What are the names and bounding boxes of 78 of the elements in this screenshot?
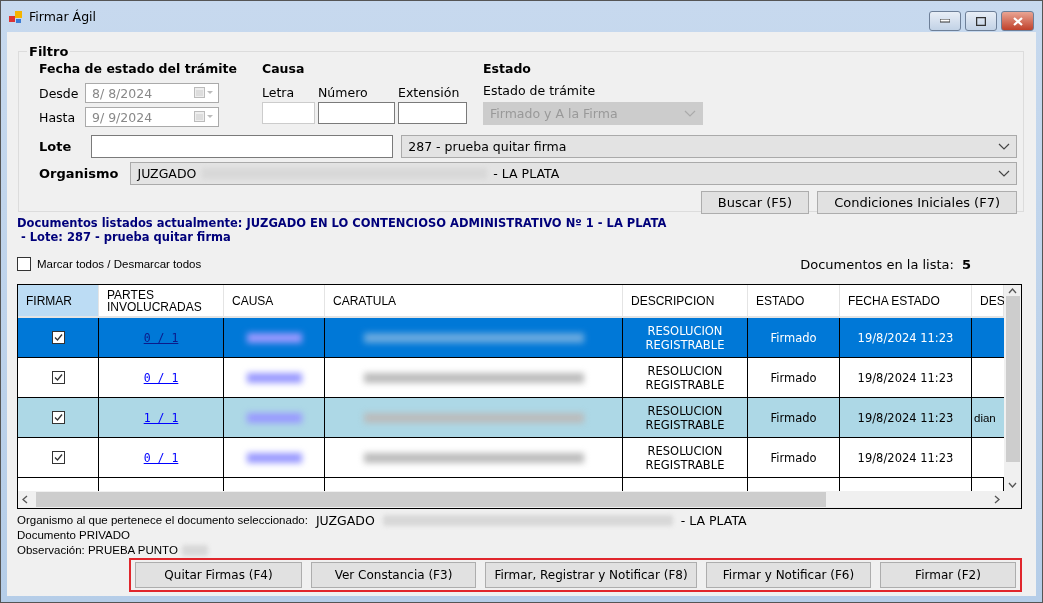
lote-field[interactable] (91, 135, 394, 158)
minimize-icon (940, 19, 950, 23)
organismo-detail-label: Organismo al que pertenece el documento seleccionado: (17, 513, 308, 528)
extension-field[interactable] (398, 102, 467, 124)
lote-dropdown[interactable]: 287 - prueba quitar firma (401, 135, 1017, 158)
table-cell: 19/8/2024 11:23 (840, 398, 972, 438)
document-type: Documento PRIVADO (17, 528, 131, 543)
numero-label: Número (318, 85, 369, 100)
app-icon (9, 9, 23, 24)
action-button[interactable]: Firmar y Notificar (F6) (706, 562, 871, 588)
table-cell (972, 318, 1004, 358)
numero-field[interactable] (318, 102, 395, 124)
column-header[interactable]: FECHA ESTADO (840, 285, 972, 318)
listing-info: Documentos listados actualmente: JUZGADO EN LO CONTENCIOSO ADMINISTRATIVO Nº 1 - LA PLATA (17, 216, 668, 230)
window-title: Firmar Ágil (29, 9, 97, 24)
sign-checkbox[interactable] (51, 371, 65, 384)
chevron-down-icon[interactable] (998, 169, 1010, 178)
column-header[interactable]: DESCRIPCION (623, 285, 748, 318)
filter-title: Filtro (28, 44, 70, 59)
parties-link[interactable]: 1 / 1 (143, 410, 179, 425)
close-button[interactable] (1001, 11, 1034, 31)
maximize-icon (976, 16, 986, 26)
scroll-down-icon[interactable] (1008, 482, 1017, 488)
column-header[interactable]: PARTES INVOLUCRADAS (99, 285, 224, 318)
sign-checkbox[interactable] (51, 331, 65, 344)
to-label: Hasta (39, 109, 77, 125)
column-header[interactable]: FIRMAR (18, 285, 99, 318)
parties-link[interactable]: 0 / 1 (143, 370, 179, 385)
close-icon (1012, 16, 1023, 26)
table-cell: dian (972, 398, 1004, 438)
filter-button[interactable]: Buscar (F5) (700, 191, 810, 214)
action-button[interactable]: Ver Constancia (F3) (311, 562, 476, 588)
column-header[interactable]: DES (972, 285, 1004, 318)
scroll-left-icon[interactable] (22, 495, 28, 504)
estado-heading: Estado (483, 61, 532, 77)
extension-label: Extensión (398, 85, 461, 100)
letra-field[interactable] (262, 102, 315, 124)
parties-link[interactable]: 0 / 1 (143, 450, 179, 465)
filter-button[interactable]: Condiciones Iniciales (F7) (817, 191, 1017, 214)
letra-label: Letra (262, 85, 296, 100)
horizontal-scrollbar[interactable] (18, 491, 1004, 508)
organismo-prefix: JUZGADO (315, 513, 375, 528)
table-cell: 19/8/2024 11:23 (840, 438, 972, 478)
causa-heading: Causa (262, 61, 306, 77)
table-cell: Firmado (748, 398, 840, 438)
sign-checkbox[interactable] (51, 411, 65, 424)
select-all-label: Marcar todos / Desmarcar todos (37, 258, 202, 270)
observation-text: Observación: PRUEBA PUNTO (17, 543, 178, 558)
from-label: Desde (39, 85, 80, 101)
scroll-right-icon[interactable] (994, 495, 1000, 504)
action-button[interactable]: Firmar (F2) (880, 562, 1016, 588)
organismo-dropdown[interactable]: JUZGADO - LA PLATA (130, 162, 1017, 185)
date-heading: Fecha de estado del trámite (39, 61, 238, 77)
maximize-button[interactable] (965, 11, 997, 31)
estado-label: Estado de trámite (483, 83, 597, 98)
action-button[interactable]: Quitar Firmas (F4) (135, 562, 302, 588)
table-cell: Firmado (748, 318, 840, 358)
select-all-checkbox[interactable] (17, 257, 31, 271)
column-header[interactable]: CAUSA (224, 285, 325, 318)
organismo-suffix: - LA PLATA (680, 513, 747, 528)
table-cell: 19/8/2024 11:23 (840, 318, 972, 358)
chevron-down-icon (684, 109, 696, 118)
lote-info: - Lote: 287 - prueba quitar firma (20, 230, 232, 244)
column-header[interactable]: ESTADO (748, 285, 840, 318)
scroll-up-icon[interactable] (1008, 288, 1017, 294)
sign-checkbox[interactable] (51, 451, 65, 464)
action-button[interactable]: Firmar, Registrar y Notificar (F8) (485, 562, 697, 588)
table-cell: RESOLUCION REGISTRABLE (623, 398, 748, 438)
vertical-scrollbar[interactable] (1004, 285, 1021, 491)
table-cell: Firmado (748, 438, 840, 478)
count-value: 5 (961, 256, 971, 272)
table-cell: RESOLUCION REGISTRABLE (623, 438, 748, 478)
organismo-label: Organismo (39, 166, 119, 181)
table-cell: RESOLUCION REGISTRABLE (623, 318, 748, 358)
count-label: Documentos en la lista: (800, 256, 954, 272)
lote-label: Lote (39, 139, 72, 154)
chevron-down-icon[interactable] (998, 142, 1010, 151)
column-header[interactable]: CARATULA (325, 285, 623, 318)
